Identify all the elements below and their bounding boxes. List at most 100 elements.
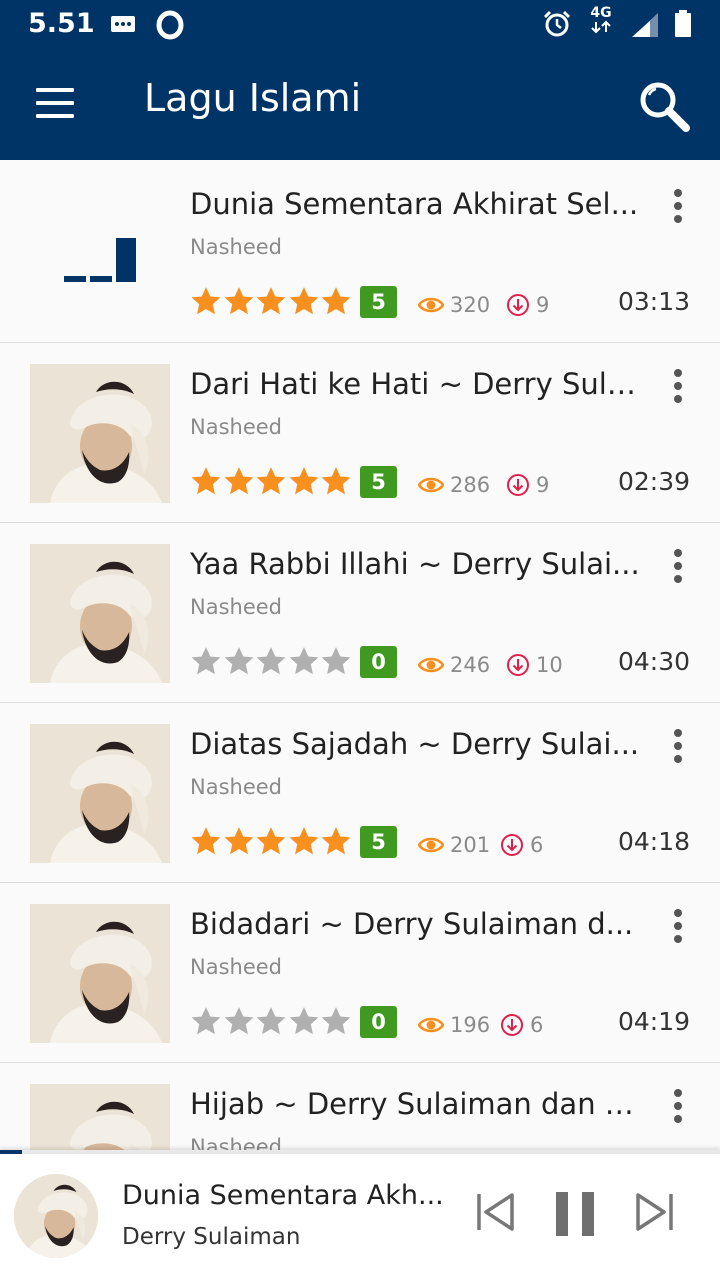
song-duration: 02:39 — [617, 467, 690, 496]
views-icon — [418, 837, 444, 853]
alarm-icon — [542, 9, 572, 43]
song-title: Bidadari ~ Derry Sulaiman d... — [190, 907, 634, 941]
song-duration: 04:30 — [617, 647, 690, 676]
rating-badge: 5 — [360, 466, 397, 498]
download-count: 6 — [500, 1010, 543, 1040]
rating-badge: 5 — [360, 826, 397, 858]
views-icon — [418, 297, 444, 313]
view-count-value: 246 — [450, 653, 491, 677]
download-count-value: 9 — [536, 473, 550, 497]
rating-badge: 0 — [360, 1006, 397, 1038]
song-duration: 03:13 — [617, 287, 690, 316]
download-icon — [507, 474, 529, 496]
song-duration: 04:18 — [617, 827, 690, 856]
song-genre: Nasheed — [190, 1135, 282, 1150]
download-count-value: 6 — [530, 833, 544, 857]
opera-icon — [156, 10, 184, 44]
previous-icon — [477, 1193, 514, 1231]
rating-stars — [190, 465, 353, 501]
view-count-value: 201 — [450, 833, 491, 857]
app-bar: Lagu Islami — [0, 48, 720, 160]
view-count: 246 — [418, 650, 490, 680]
next-button[interactable] — [634, 1190, 676, 1238]
network-4g-icon: 4G — [586, 6, 616, 37]
song-title: Dari Hati ke Hati ~ Derry Sulai... — [190, 367, 640, 401]
progress-track[interactable] — [0, 1150, 720, 1154]
download-icon — [507, 294, 529, 316]
song-thumbnail — [30, 364, 170, 503]
download-icon — [507, 654, 529, 676]
view-count: 196 — [418, 1010, 490, 1040]
pause-button[interactable] — [554, 1192, 596, 1240]
view-count-value: 286 — [450, 473, 491, 497]
song-duration: 04:19 — [617, 1007, 690, 1036]
download-count: 9 — [506, 290, 549, 320]
views-icon — [418, 477, 444, 493]
progress-fill — [0, 1150, 22, 1154]
search-icon — [640, 82, 690, 132]
menu-button[interactable] — [36, 88, 76, 120]
download-count: 6 — [500, 830, 543, 860]
player-artist: Derry Sulaiman — [122, 1224, 301, 1250]
battery-icon — [674, 10, 692, 42]
view-count-value: 196 — [450, 1013, 491, 1037]
song-thumbnail — [30, 544, 170, 683]
song-genre: Nasheed — [190, 595, 282, 619]
rating-badge: 5 — [360, 286, 397, 318]
song-row[interactable]: Dari Hati ke Hati ~ Derry Sulai... Nashe… — [0, 343, 720, 523]
page-title: Lagu Islami — [144, 76, 362, 120]
download-count: 10 — [506, 650, 563, 680]
more-options-button[interactable] — [666, 189, 692, 223]
song-row[interactable]: Dunia Sementara Akhirat Sel... Nasheed 5… — [0, 163, 720, 343]
song-row[interactable]: Yaa Rabbi Illahi ~ Derry Sulai... Nashee… — [0, 523, 720, 703]
signal-icon — [630, 12, 660, 42]
song-genre: Nasheed — [190, 235, 282, 259]
song-title: Dunia Sementara Akhirat Sel... — [190, 187, 639, 221]
rating-stars — [190, 1005, 353, 1041]
message-icon — [110, 14, 136, 40]
download-count-value: 9 — [536, 293, 550, 317]
view-count: 201 — [418, 830, 490, 860]
song-title: Diatas Sajadah ~ Derry Sulai... — [190, 727, 640, 761]
download-count-value: 10 — [536, 653, 563, 677]
player-album-art — [14, 1174, 98, 1258]
next-icon — [636, 1193, 673, 1231]
player-song-title: Dunia Sementara Akh... — [122, 1180, 444, 1211]
status-time: 5.51 — [28, 8, 95, 39]
pause-icon — [556, 1192, 594, 1236]
previous-button[interactable] — [474, 1190, 516, 1238]
view-count-value: 320 — [450, 293, 491, 317]
song-list[interactable]: Dunia Sementara Akhirat Sel... Nasheed 5… — [0, 163, 720, 1150]
song-row[interactable]: Diatas Sajadah ~ Derry Sulai... Nasheed … — [0, 703, 720, 883]
rating-stars — [190, 645, 353, 681]
more-options-button[interactable] — [666, 549, 692, 583]
song-genre: Nasheed — [190, 775, 282, 799]
song-title: Yaa Rabbi Illahi ~ Derry Sulai... — [190, 547, 640, 581]
more-options-button[interactable] — [666, 909, 692, 943]
song-row[interactable]: Hijab ~ Derry Sulaiman dan S... Nasheed — [0, 1063, 720, 1150]
download-count: 9 — [506, 470, 549, 500]
views-icon — [418, 1017, 444, 1033]
view-count: 286 — [418, 470, 490, 500]
rating-badge: 0 — [360, 646, 397, 678]
views-icon — [418, 657, 444, 673]
song-genre: Nasheed — [190, 955, 282, 979]
song-thumbnail — [30, 724, 170, 863]
song-row[interactable]: Bidadari ~ Derry Sulaiman d... Nasheed 0… — [0, 883, 720, 1063]
song-thumbnail — [30, 1084, 170, 1150]
rating-stars — [190, 285, 353, 321]
song-genre: Nasheed — [190, 415, 282, 439]
download-icon — [501, 834, 523, 856]
more-options-button[interactable] — [666, 369, 692, 403]
search-button[interactable] — [636, 78, 692, 134]
song-thumbnail — [30, 904, 170, 1043]
now-playing-icon — [64, 236, 144, 286]
more-options-button[interactable] — [666, 729, 692, 763]
mini-player[interactable]: Dunia Sementara Akh... Derry Sulaiman — [0, 1150, 720, 1280]
more-options-button[interactable] — [666, 1089, 692, 1123]
view-count: 320 — [418, 290, 490, 320]
status-bar: 5.51 4G — [0, 0, 720, 48]
rating-stars — [190, 825, 353, 861]
song-title: Hijab ~ Derry Sulaiman dan S... — [190, 1087, 640, 1121]
download-icon — [501, 1014, 523, 1036]
